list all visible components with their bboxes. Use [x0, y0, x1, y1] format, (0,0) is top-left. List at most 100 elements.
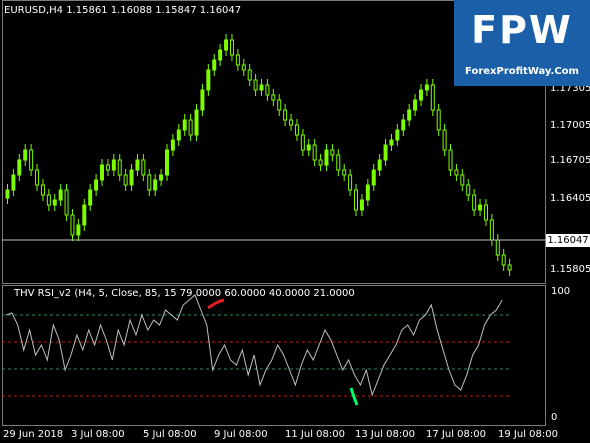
candle-body	[489, 219, 494, 241]
candle-body	[229, 39, 234, 56]
candle-body	[342, 169, 347, 176]
candle-body	[348, 174, 353, 191]
candle-body	[377, 159, 382, 171]
candle-body	[371, 169, 376, 186]
candle-body	[164, 149, 169, 176]
candle-body	[277, 99, 282, 111]
candle-body	[100, 164, 105, 181]
candle-body	[194, 109, 199, 136]
time-tick: 17 Jul 08:00	[426, 429, 486, 440]
candle-body	[265, 84, 270, 96]
indicator-scale-max: 100	[551, 286, 571, 297]
candle-body	[111, 159, 116, 171]
candle-body	[46, 194, 51, 206]
candle-body	[359, 199, 364, 211]
candle-body	[460, 174, 465, 186]
candle-body	[88, 189, 93, 206]
candle-body	[495, 239, 500, 256]
candle-body	[507, 264, 512, 271]
candle-body	[436, 109, 441, 131]
candle-body	[129, 169, 134, 186]
candle-body	[159, 174, 164, 181]
candle-body	[424, 84, 429, 91]
candle-body	[241, 64, 246, 71]
candle-body	[472, 194, 477, 211]
candle-body	[76, 224, 81, 236]
candle-body	[40, 184, 45, 196]
candle-body	[354, 189, 359, 211]
candle-body	[318, 159, 323, 166]
price-tick: 1.17005	[550, 120, 590, 131]
candle-body	[466, 184, 471, 196]
candle-body	[176, 129, 181, 141]
candle-body	[200, 89, 205, 111]
candle-body	[324, 149, 329, 166]
price-tick: 1.16405	[550, 193, 590, 204]
candle-body	[235, 54, 240, 66]
candle-body	[336, 154, 341, 171]
price-tick: 1.16705	[550, 155, 590, 166]
time-tick: 29 Jun 2018	[3, 429, 64, 440]
candle-body	[247, 69, 252, 81]
candle-body	[330, 149, 335, 156]
candle-body	[11, 174, 16, 191]
candle-body	[82, 204, 87, 226]
logo-site-text: ForexProfitWay.Com	[465, 66, 579, 77]
candle-body	[218, 49, 223, 61]
candle-body	[135, 159, 140, 171]
candle-body	[224, 39, 229, 51]
candle-body	[5, 189, 10, 199]
candle-body	[300, 134, 305, 151]
candle-body	[271, 94, 276, 101]
candle-body	[253, 79, 258, 91]
time-tick: 13 Jul 08:00	[355, 429, 415, 440]
candle-body	[206, 69, 211, 91]
candle-body	[483, 204, 488, 221]
fpw-logo[interactable]: FPW ForexProfitWay.Com	[454, 0, 590, 86]
candle-body	[418, 89, 423, 101]
candle-body	[58, 189, 63, 201]
chart-window: EURUSD,H4 1.15861 1.16088 1.15847 1.1604…	[0, 0, 590, 443]
candle-body	[294, 124, 299, 136]
candle-body	[182, 119, 187, 131]
candle-body	[153, 179, 158, 191]
time-tick: 3 Jul 08:00	[71, 429, 125, 440]
candle-body	[123, 174, 128, 186]
candle-body	[454, 169, 459, 176]
candle-body	[35, 169, 40, 186]
candle-body	[389, 139, 394, 146]
candle-body	[413, 99, 418, 111]
candle-body	[395, 129, 400, 141]
candle-body	[117, 159, 122, 176]
time-tick: 19 Jul 08:00	[498, 429, 558, 440]
candle-body	[29, 149, 34, 171]
candle-body	[52, 199, 57, 206]
candle-body	[448, 149, 453, 171]
rsi-line	[5, 294, 503, 397]
candle-body	[365, 184, 370, 201]
candle-body	[147, 174, 152, 191]
candle-body	[259, 84, 264, 91]
candle-body	[401, 119, 406, 131]
candle-body	[188, 119, 193, 136]
candle-body	[306, 144, 311, 151]
candle-body	[501, 254, 506, 266]
candle-body	[283, 109, 288, 121]
time-tick: 11 Jul 08:00	[285, 429, 345, 440]
price-tick: 1.15805	[550, 264, 590, 275]
current-price-label: 1.16047	[546, 234, 590, 247]
overbought-signal-marker	[207, 298, 225, 310]
candle-body	[430, 84, 435, 111]
candle-body	[70, 214, 75, 236]
candle-body	[23, 149, 28, 161]
time-tick: 9 Jul 08:00	[214, 429, 268, 440]
candle-body	[141, 159, 146, 176]
candle-body	[105, 164, 110, 171]
rsi-indicator-plot[interactable]	[2, 285, 546, 426]
candle-body	[212, 59, 217, 71]
candle-body	[383, 144, 388, 161]
indicator-scale-min: 0	[551, 412, 558, 423]
candle-body	[407, 109, 412, 121]
logo-text: FPW	[471, 8, 573, 52]
candle-body	[312, 144, 317, 161]
